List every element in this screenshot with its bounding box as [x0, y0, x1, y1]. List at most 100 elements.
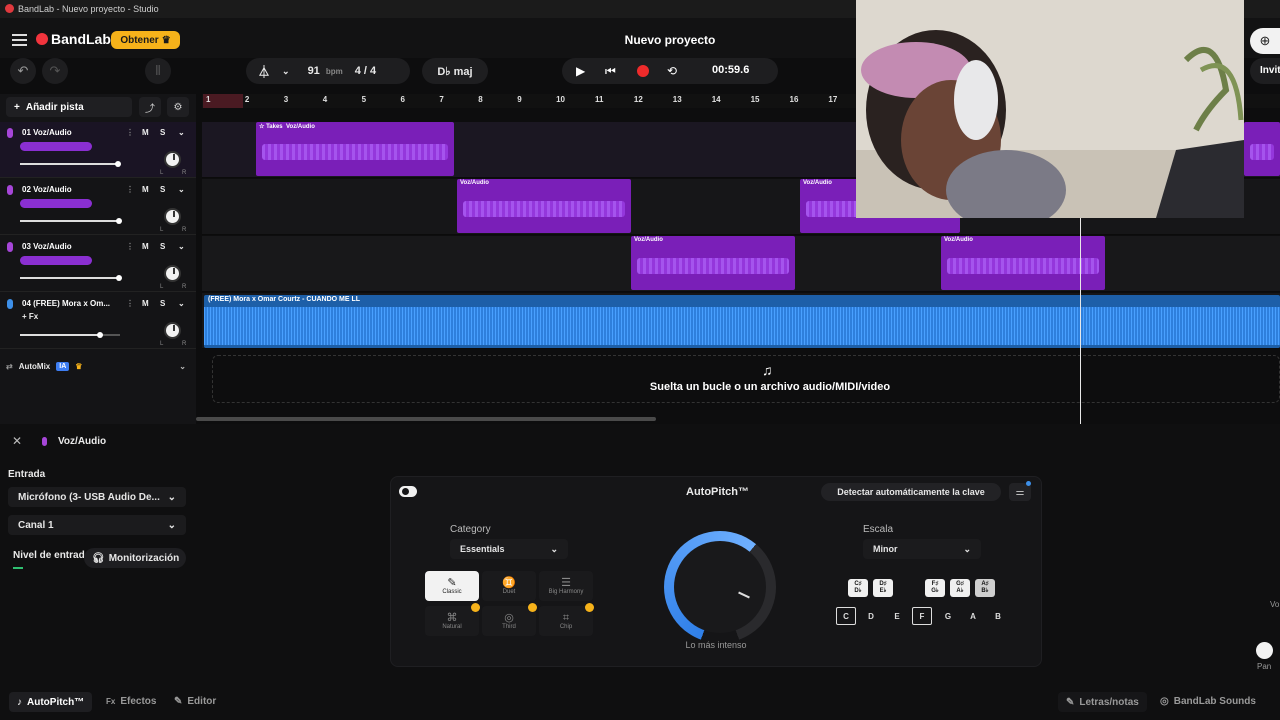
lyrics-notes-button[interactable]: ✎ Letras/notas [1058, 692, 1147, 712]
preset-duet[interactable]: ♊ Duet [482, 571, 536, 601]
close-icon[interactable]: ✕ [12, 434, 22, 448]
track-header-1[interactable]: 01 Voz/Audio ⋮ M S ⌄ L R [0, 122, 196, 178]
note-f[interactable]: F [912, 607, 932, 625]
note-c[interactable]: C [836, 607, 856, 625]
note-b[interactable]: B [988, 607, 1008, 625]
playhead[interactable] [1080, 216, 1081, 424]
tab-editor[interactable]: ✎ Editor [174, 696, 216, 707]
redo-icon[interactable]: ↷ [42, 58, 68, 84]
track-name[interactable]: 04 (FREE) Mora x Om... [22, 299, 110, 308]
effect-chip[interactable] [20, 142, 92, 151]
obtener-button[interactable]: Obtener ♛ [111, 31, 180, 49]
chevron-down-icon[interactable]: ⌄ [178, 185, 185, 194]
category-select[interactable]: Essentials ⌄ [450, 539, 568, 559]
track-name[interactable]: 02 Voz/Audio [22, 185, 72, 194]
volume-slider[interactable] [20, 275, 122, 281]
mute-button[interactable]: M [142, 242, 149, 251]
solo-button[interactable]: S [160, 128, 165, 137]
chevron-down-icon[interactable]: ⌄ [282, 66, 290, 77]
more-icon[interactable]: ⋮ [126, 242, 134, 251]
category-label: Category [450, 524, 491, 535]
note-e[interactable]: E [887, 607, 907, 625]
mute-button[interactable]: M [142, 185, 149, 194]
key-a-sharp[interactable]: A♯ B♭ [975, 579, 995, 597]
chevron-down-icon[interactable]: ⌄ [178, 242, 185, 251]
chevron-down-icon[interactable]: ⌄ [178, 128, 185, 137]
chevron-down-icon[interactable]: ⌄ [178, 299, 185, 308]
scale-select[interactable]: Minor ⌄ [863, 539, 981, 559]
track-name[interactable]: 01 Voz/Audio [22, 128, 72, 137]
metronome-icon[interactable]: ⏃ [258, 63, 270, 80]
skip-back-icon[interactable]: ⏮ [605, 64, 616, 79]
volume-slider[interactable] [20, 332, 120, 338]
add-fx-button[interactable]: + Fx [22, 312, 38, 321]
pan-knob[interactable] [164, 265, 181, 282]
record-icon[interactable] [637, 65, 649, 77]
track-name[interactable]: 03 Voz/Audio [22, 242, 72, 251]
pan-knob[interactable] [164, 322, 181, 339]
audio-clip-beat[interactable]: (FREE) Mora x Omar Courtz - CUANDO ME LL [204, 295, 1280, 348]
clip-voz[interactable]: Voz/Audio [457, 179, 631, 233]
monitor-button[interactable]: 🎧︎ Monitorización [84, 548, 186, 568]
effect-chip[interactable] [20, 256, 92, 265]
detect-key-button[interactable]: Detectar automáticamente la clave [821, 483, 1001, 501]
more-icon[interactable]: ⋮ [126, 299, 134, 308]
clip-voz[interactable]: Voz/Audio [631, 236, 795, 290]
solo-button[interactable]: S [160, 185, 165, 194]
chevron-down-icon[interactable]: ⌄ [179, 362, 186, 371]
effect-chip[interactable] [20, 199, 92, 208]
track-header-3[interactable]: 03 Voz/Audio ⋮ M S ⌄ L R [0, 236, 196, 292]
mute-button[interactable]: M [142, 128, 149, 137]
note-d[interactable]: D [861, 607, 881, 625]
automix-row[interactable]: ⇄ AutoMix IA ♛ ⌄ [0, 356, 196, 376]
drop-zone[interactable] [212, 355, 1280, 403]
mixer-icon[interactable]: ⦀ [145, 58, 171, 84]
pan-knob[interactable] [164, 208, 181, 225]
track-header-4[interactable]: 04 (FREE) Mora x Om... ⋮ M S ⌄ + Fx L R [0, 293, 196, 349]
key-button[interactable]: D♭ maj [422, 58, 488, 84]
note-a[interactable]: A [963, 607, 983, 625]
preset-big-harmony[interactable]: ☰ Big Harmony [539, 571, 593, 601]
preset-third[interactable]: ◎ Third [482, 606, 536, 636]
menu-icon[interactable] [12, 34, 27, 46]
volume-slider[interactable] [20, 161, 121, 167]
mute-button[interactable]: M [142, 299, 149, 308]
tab-autopitch[interactable]: ♪ AutoPitch™ [9, 692, 93, 712]
channel-select[interactable]: Canal 1 ⌄ [8, 515, 186, 535]
globe-icon[interactable]: ⊕ [1250, 28, 1280, 54]
undo-icon[interactable]: ↶ [10, 58, 36, 84]
track-header-2[interactable]: 02 Voz/Audio ⋮ M S ⌄ L R [0, 179, 196, 235]
key-c-sharp[interactable]: C♯ D♭ [848, 579, 868, 597]
key-d-sharp[interactable]: D♯ E♭ [873, 579, 893, 597]
note-g[interactable]: G [938, 607, 958, 625]
preset-natural[interactable]: ⌘ Natural [425, 606, 479, 636]
invite-button[interactable]: Invit [1250, 58, 1280, 84]
clip-takes[interactable]: ☆ Takes Voz/Audio [256, 122, 454, 176]
clip-voz[interactable] [1244, 122, 1280, 176]
bpm-value[interactable]: 91 [308, 65, 320, 77]
solo-button[interactable]: S [160, 242, 165, 251]
play-icon[interactable]: ▶ [576, 64, 585, 78]
key-f-sharp[interactable]: F♯ G♭ [925, 579, 945, 597]
bandlab-sounds-button[interactable]: ◎ BandLab Sounds [1160, 696, 1256, 707]
loop-icon[interactable]: ⟲ [667, 64, 677, 78]
solo-button[interactable]: S [160, 299, 165, 308]
tab-efectos[interactable]: Fx Efectos [106, 696, 156, 707]
horizontal-scrollbar[interactable] [196, 417, 656, 421]
track-settings-icon[interactable]: ⚙ [167, 97, 189, 117]
input-device-select[interactable]: Micrófono (3- USB Audio De... ⌄ [8, 487, 186, 507]
autopitch-toggle[interactable] [399, 486, 417, 497]
project-title[interactable]: Nuevo proyecto [560, 33, 780, 47]
preset-classic[interactable]: ✎ Classic [425, 571, 479, 601]
pan-knob[interactable] [164, 151, 181, 168]
time-signature[interactable]: 4 / 4 [355, 65, 376, 77]
key-g-sharp[interactable]: G♯ A♭ [950, 579, 970, 597]
automation-icon[interactable]: ⤴ [139, 97, 161, 117]
pan-knob[interactable] [1256, 642, 1273, 659]
more-icon[interactable]: ⋮ [126, 185, 134, 194]
add-track-button[interactable]: + Añadir pista [6, 97, 132, 117]
bandlab-logo[interactable]: BandLab [36, 31, 111, 47]
volume-slider[interactable] [20, 218, 122, 224]
more-icon[interactable]: ⋮ [126, 128, 134, 137]
preset-chip[interactable]: ⌗ Chip [539, 606, 593, 636]
